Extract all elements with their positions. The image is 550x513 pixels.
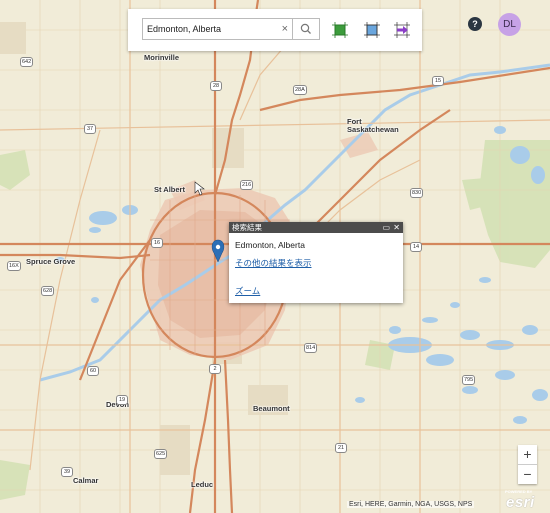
highway-shield: 37 [84,124,96,134]
zoom-controls: + − [518,445,537,484]
zoom-out-button[interactable]: − [518,465,537,484]
place-label-leduc: Leduc [191,480,214,489]
highway-shield: 39 [61,467,73,477]
highway-shield: 14 [410,242,422,252]
highway-shield: 16X [7,261,21,271]
highway-shield: 216 [240,180,254,190]
popup-header: 検索結果 ▭ ✕ [229,222,403,233]
place-label-morinville: Morinville [144,53,180,62]
place-label-fort-saskatchewan: Fort Saskatchewan [347,117,399,134]
clear-search-icon[interactable]: × [282,21,288,37]
map-attribution[interactable]: Esri, HERE, Garmin, NGA, USGS, NPS [347,501,475,508]
select-area-tool-button[interactable] [331,21,349,39]
popup-title: 検索結果 [232,223,262,232]
select-arrow-purple-icon [394,22,410,38]
maximize-icon[interactable]: ▭ [382,222,390,233]
highway-shield: 814 [304,343,318,353]
highway-shield: 15 [432,76,444,86]
extent-tool-button[interactable] [363,21,381,39]
zoom-in-button[interactable]: + [518,445,537,465]
place-label-calmar: Calmar [73,476,99,485]
highway-shield: 795 [462,375,476,385]
search-button[interactable] [292,18,320,40]
search-icon [300,23,311,34]
highway-shield: 2 [209,364,221,374]
more-results-link[interactable]: その他の結果を表示 [235,257,397,269]
result-name: Edmonton, Alberta [235,240,305,250]
highway-shield: 642 [20,57,34,67]
help-button[interactable]: ? [468,17,482,31]
highway-shield: 60 [87,366,99,376]
search-box: × [142,18,292,40]
place-label-beaumont: Beaumont [253,404,290,413]
highway-shield: 625 [154,449,168,459]
highway-shield: 21 [335,443,347,453]
place-label-spruce-grove: Spruce Grove [26,257,76,266]
highway-shield: 28 [210,81,222,91]
popup-body: Edmonton, Alberta その他の結果を表示 ズーム [229,233,403,304]
highway-shield: 19 [116,395,128,405]
esri-logo[interactable]: esri [506,494,535,511]
select-rectangle-green-icon [332,22,348,38]
zoom-to-link[interactable]: ズーム [235,285,397,297]
search-toolbar: × [128,9,422,51]
select-rectangle-blue-icon [364,22,380,38]
highway-shield: 16 [151,238,163,248]
search-input[interactable] [143,19,277,39]
close-icon[interactable]: ✕ [393,222,400,233]
place-label-st-albert: St Albert [154,185,185,194]
search-result-popup: 検索結果 ▭ ✕ Edmonton, Alberta その他の結果を表示 ズーム [229,222,403,303]
highway-shield: 830 [410,188,424,198]
highway-shield: 28A [293,85,307,95]
move-selection-tool-button[interactable] [393,21,411,39]
user-avatar[interactable]: DL [498,13,521,36]
highway-shield: 628 [41,286,55,296]
